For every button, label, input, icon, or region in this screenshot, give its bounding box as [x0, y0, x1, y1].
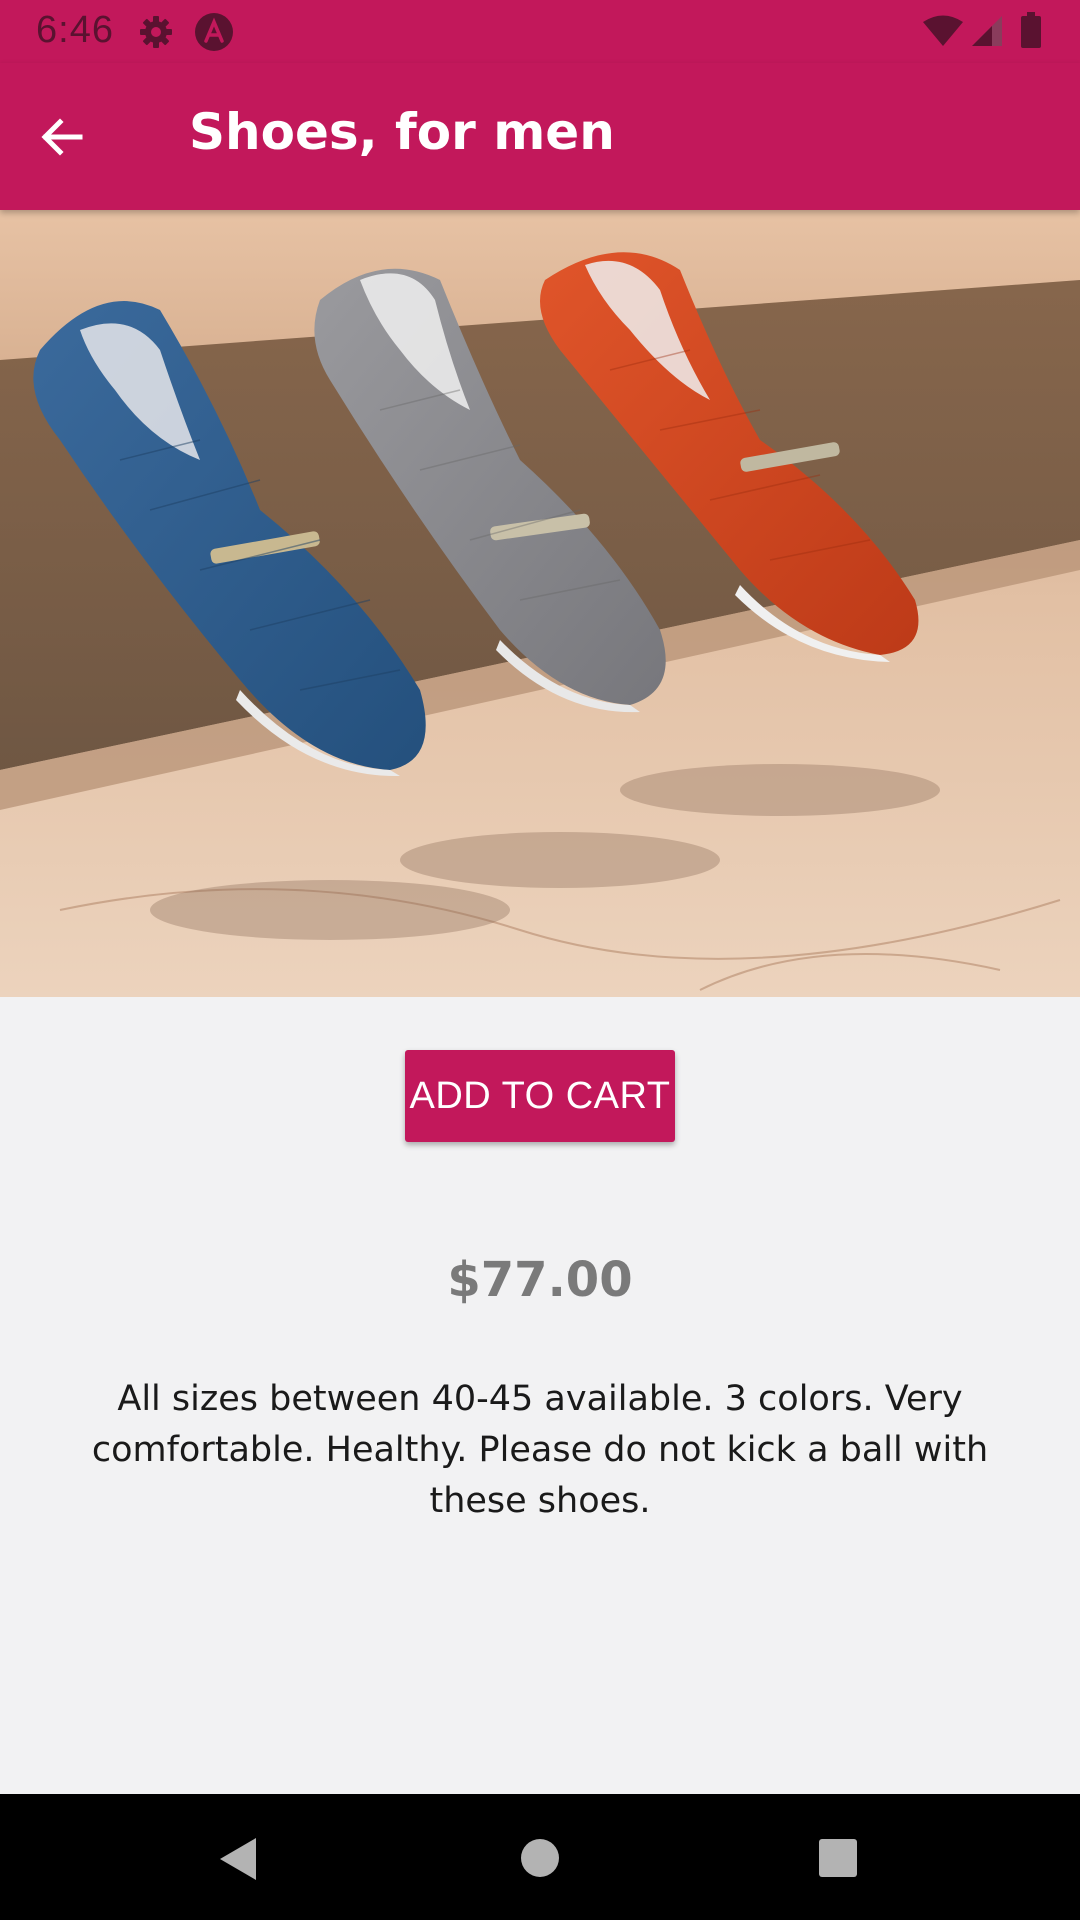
system-nav-bar [0, 1794, 1080, 1920]
app-notification-icon [194, 12, 234, 52]
signal-icon [970, 15, 1004, 47]
product-price: $77.00 [447, 1252, 633, 1308]
status-time: 6:46 [36, 9, 114, 51]
nav-recents-icon[interactable] [818, 1838, 858, 1878]
wifi-icon [922, 15, 964, 47]
back-button[interactable] [30, 105, 94, 169]
nav-home-icon[interactable] [520, 1838, 560, 1878]
gear-icon [138, 14, 174, 50]
product-image [0, 210, 1080, 997]
screen: 6:46 Shoes, for men ADD TO CART $77.00 A… [0, 0, 1080, 1920]
app-bar: Shoes, for men [0, 63, 1080, 210]
status-bar: 6:46 [0, 0, 1080, 63]
product-description: All sizes between 40-45 available. 3 col… [91, 1379, 989, 1521]
add-to-cart-button[interactable]: ADD TO CART [405, 1050, 675, 1142]
arrow-back-icon [41, 118, 83, 156]
battery-icon [1020, 12, 1042, 48]
page-title: Shoes, for men [189, 103, 615, 161]
nav-back-icon[interactable] [216, 1836, 260, 1882]
